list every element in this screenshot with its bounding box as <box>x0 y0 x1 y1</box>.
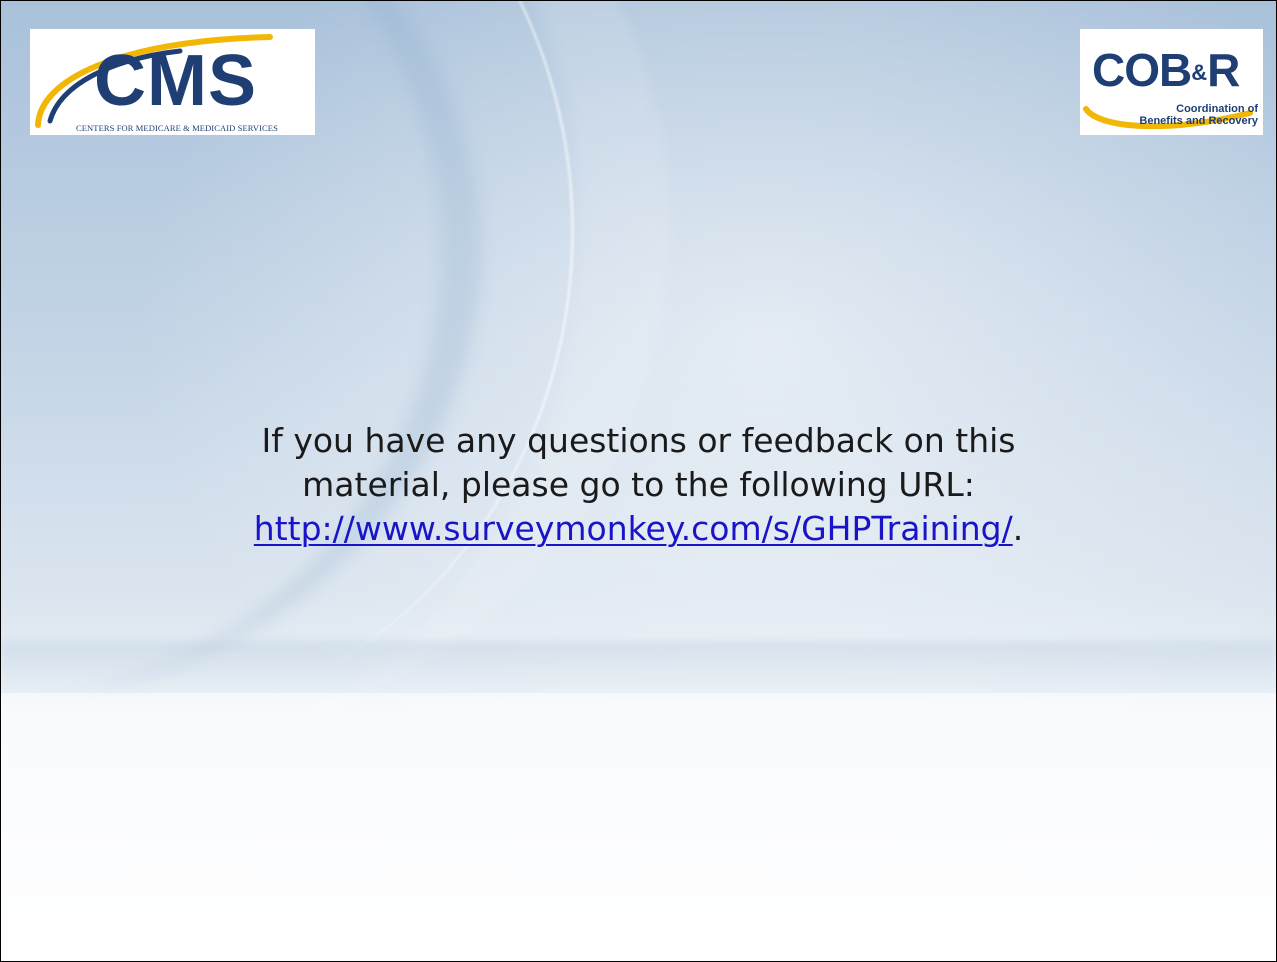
slide: CMS CENTERS FOR MEDICARE & MEDICAID SERV… <box>0 0 1277 962</box>
cobr-tagline-line1: Coordination of <box>1176 103 1258 115</box>
feedback-message: If you have any questions or feedback on… <box>121 419 1156 551</box>
cms-subtitle: CENTERS FOR MEDICARE & MEDICAID SERVICES <box>76 123 278 133</box>
cobr-wordmark-cob: COB <box>1092 44 1192 96</box>
message-trailing-period: . <box>1012 509 1024 548</box>
cobr-logo: COB&R Coordination of Benefits and Recov… <box>1080 29 1263 135</box>
cms-logo: CMS CENTERS FOR MEDICARE & MEDICAID SERV… <box>30 29 315 135</box>
message-line-1: If you have any questions or feedback on… <box>261 421 1016 460</box>
cobr-wordmark-r: R <box>1207 44 1240 96</box>
background-floor <box>1 693 1276 961</box>
message-line-2: material, please go to the following URL… <box>302 465 975 504</box>
cobr-wordmark: COB&R <box>1092 44 1240 96</box>
survey-link[interactable]: http://www.surveymonkey.com/s/GHPTrainin… <box>254 509 1013 548</box>
background-band <box>1 641 1276 701</box>
cobr-tagline: Coordination of Benefits and Recovery <box>1139 103 1258 127</box>
cms-wordmark: CMS <box>94 41 257 121</box>
cobr-wordmark-ampersand: & <box>1191 60 1208 85</box>
message-line-3: http://www.surveymonkey.com/s/GHPTrainin… <box>121 507 1156 551</box>
cobr-tagline-line2: Benefits and Recovery <box>1139 115 1258 127</box>
